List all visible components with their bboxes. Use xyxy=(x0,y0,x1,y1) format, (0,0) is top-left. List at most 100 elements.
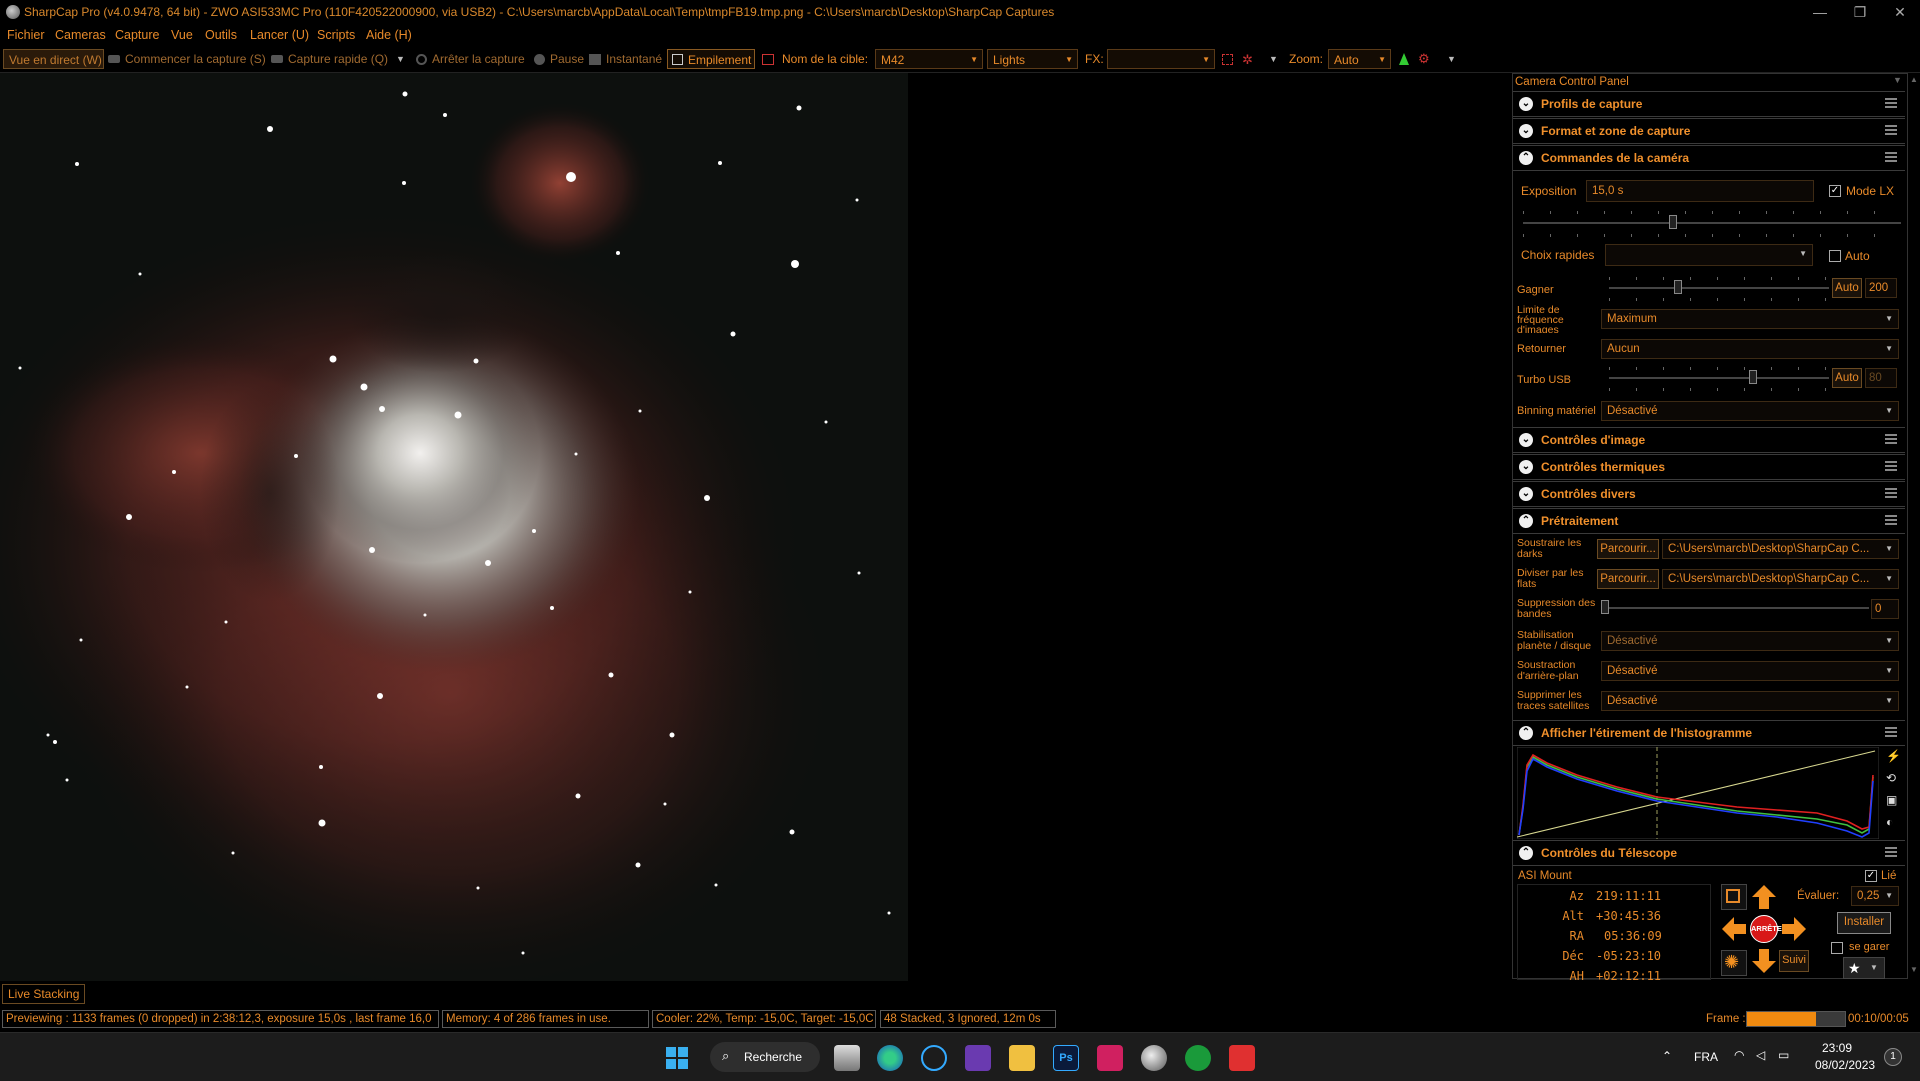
minimize-button[interactable]: — xyxy=(1800,2,1840,22)
gain-slider-thumb[interactable] xyxy=(1674,280,1682,294)
stop-capture-button[interactable]: Arrêter la capture xyxy=(432,52,525,66)
hamburger-icon[interactable] xyxy=(1885,847,1897,857)
hamburger-icon[interactable] xyxy=(1885,98,1897,108)
contrast-icon[interactable]: ◐ xyxy=(1886,815,1893,829)
section-camera-controls[interactable]: ⌃ Commandes de la caméra xyxy=(1513,145,1905,171)
maximize-button[interactable]: ❐ xyxy=(1840,2,1880,22)
menu-tools[interactable]: Outils xyxy=(205,28,237,42)
move-north-button[interactable] xyxy=(1751,884,1777,910)
selection-area-icon[interactable] xyxy=(1222,54,1233,65)
reticle-dropdown-icon[interactable]: ▼ xyxy=(1269,54,1278,64)
hamburger-icon[interactable] xyxy=(1885,461,1897,471)
binning-select[interactable]: Désactivé ▼ xyxy=(1601,401,1899,421)
auto-exposure-checkbox[interactable] xyxy=(1829,250,1841,262)
move-east-button[interactable] xyxy=(1781,916,1807,942)
tray-overflow-icon[interactable]: ⌃ xyxy=(1662,1049,1672,1063)
move-west-button[interactable] xyxy=(1721,916,1747,942)
target-name-input[interactable]: M42 ▼ xyxy=(875,49,983,69)
hamburger-icon[interactable] xyxy=(1885,488,1897,498)
notification-badge[interactable]: 1 xyxy=(1884,1048,1902,1066)
gain-slider-track[interactable] xyxy=(1609,287,1829,289)
menu-capture[interactable]: Capture xyxy=(115,28,159,42)
clock-date[interactable]: 08/02/2023 xyxy=(1815,1058,1875,1072)
lx-mode-checkbox[interactable]: ✓ xyxy=(1829,185,1841,197)
menu-file[interactable]: Fichier xyxy=(7,28,45,42)
setup-button[interactable]: Installer xyxy=(1837,912,1891,934)
quick-capture-dropdown-icon[interactable]: ▼ xyxy=(396,54,405,64)
hamburger-icon[interactable] xyxy=(1885,152,1897,162)
start-capture-button[interactable]: Commencer la capture (S) xyxy=(125,52,266,66)
exposure-input[interactable]: 15,0 s xyxy=(1586,180,1814,202)
close-button[interactable]: ✕ xyxy=(1880,2,1920,22)
reset-icon[interactable]: ⟲ xyxy=(1886,771,1896,785)
edge-browser-icon[interactable] xyxy=(877,1045,903,1071)
tools-dropdown-icon[interactable]: ▼ xyxy=(1447,54,1456,64)
panel-scrollbar[interactable]: ▲ ▼ xyxy=(1908,73,1920,979)
menu-cameras[interactable]: Cameras xyxy=(55,28,106,42)
exposure-slider-thumb[interactable] xyxy=(1669,215,1677,229)
live-stacking-tab[interactable]: Live Stacking xyxy=(2,984,86,1004)
messenger-icon[interactable] xyxy=(965,1045,991,1071)
sharpcap-taskbar-icon[interactable] xyxy=(1141,1045,1167,1071)
scroll-down-icon[interactable]: ▼ xyxy=(1910,965,1918,974)
zoom-select[interactable]: Auto ▼ xyxy=(1328,49,1391,69)
reticle-icon[interactable]: ✲ xyxy=(1242,53,1253,66)
camera-preview-image[interactable] xyxy=(0,73,908,981)
gain-value-input[interactable]: 200 xyxy=(1865,278,1897,298)
section-preprocessing[interactable]: ⌃ Prétraitement xyxy=(1513,508,1905,534)
stabilization-select[interactable]: Désactivé ▼ xyxy=(1601,631,1899,651)
move-south-button[interactable] xyxy=(1751,948,1777,974)
pause-button[interactable]: Pause xyxy=(550,52,584,66)
battery-icon[interactable]: ▭ xyxy=(1778,1048,1789,1062)
darks-path-select[interactable]: C:\Users\marcb\Desktop\SharpCap C... ▼ xyxy=(1662,539,1899,559)
section-histogram[interactable]: ⌃ Afficher l'étirement de l'histogramme xyxy=(1513,720,1905,746)
darks-browse-button[interactable]: Parcourir... xyxy=(1597,539,1659,559)
frame-type-select[interactable]: Lights ▼ xyxy=(987,49,1078,69)
taskbar-search[interactable]: ⌕ Recherche xyxy=(710,1042,820,1072)
quick-capture-button[interactable]: Capture rapide (Q) xyxy=(288,52,388,66)
satellite-select[interactable]: Désactivé ▼ xyxy=(1601,691,1899,711)
histogram-icon[interactable] xyxy=(1399,53,1409,65)
volume-icon[interactable]: ◁ xyxy=(1756,1048,1765,1062)
solar-button[interactable]: ✺ xyxy=(1721,950,1747,976)
banding-slider-thumb[interactable] xyxy=(1601,600,1609,614)
hamburger-icon[interactable] xyxy=(1885,515,1897,525)
windows-start-icon[interactable] xyxy=(664,1045,690,1071)
panel-collapse-icon[interactable]: ▼ xyxy=(1893,75,1902,85)
quick-choice-select[interactable]: ▼ xyxy=(1605,244,1813,266)
banding-value-input[interactable]: 0 xyxy=(1871,599,1899,619)
stop-mount-button[interactable]: ARRÊTE xyxy=(1750,915,1782,943)
sensor-analysis-icon[interactable]: ⚙ xyxy=(1418,52,1430,65)
section-capture-profiles[interactable]: ⌄ Profils de capture xyxy=(1513,91,1905,117)
wifi-icon[interactable]: ◠ xyxy=(1734,1048,1744,1062)
task-view-icon[interactable] xyxy=(834,1045,860,1071)
menu-help[interactable]: Aide (H) xyxy=(366,28,412,42)
star-select[interactable]: ★ ▼ xyxy=(1843,957,1885,979)
banding-slider-track[interactable] xyxy=(1601,607,1869,609)
flip-select[interactable]: Aucun ▼ xyxy=(1601,339,1899,359)
app-icon-green[interactable] xyxy=(1185,1045,1211,1071)
section-image-controls[interactable]: ⌄ Contrôles d'image xyxy=(1513,427,1905,453)
park-checkbox[interactable] xyxy=(1831,942,1843,954)
section-format[interactable]: ⌄ Format et zone de capture xyxy=(1513,118,1905,144)
usb-value-input[interactable]: 80 xyxy=(1865,368,1897,388)
scroll-up-icon[interactable]: ▲ xyxy=(1910,75,1918,84)
linked-checkbox[interactable]: ✓ xyxy=(1865,870,1877,882)
flats-browse-button[interactable]: Parcourir... xyxy=(1597,569,1659,589)
language-indicator[interactable]: FRA xyxy=(1694,1050,1718,1064)
section-thermal-controls[interactable]: ⌄ Contrôles thermiques xyxy=(1513,454,1905,480)
flats-path-select[interactable]: C:\Users\marcb\Desktop\SharpCap C... ▼ xyxy=(1662,569,1899,589)
menu-scripts[interactable]: Scripts xyxy=(317,28,355,42)
histogram-graph[interactable] xyxy=(1517,747,1879,839)
hamburger-icon[interactable] xyxy=(1885,125,1897,135)
menu-launch[interactable]: Lancer (U) xyxy=(250,28,309,42)
fx-select[interactable]: ▼ xyxy=(1107,49,1215,69)
live-view-button[interactable]: Vue en direct (W) xyxy=(3,49,104,69)
menu-view[interactable]: Vue xyxy=(171,28,193,42)
section-telescope[interactable]: ⌃ Contrôles du Télescope xyxy=(1513,840,1905,866)
hamburger-icon[interactable] xyxy=(1885,434,1897,444)
app-icon-red[interactable] xyxy=(1229,1045,1255,1071)
tracking-button[interactable]: Suivi xyxy=(1779,950,1809,972)
goto-home-button[interactable] xyxy=(1721,884,1747,910)
photoshop-icon[interactable]: Ps xyxy=(1053,1045,1079,1071)
